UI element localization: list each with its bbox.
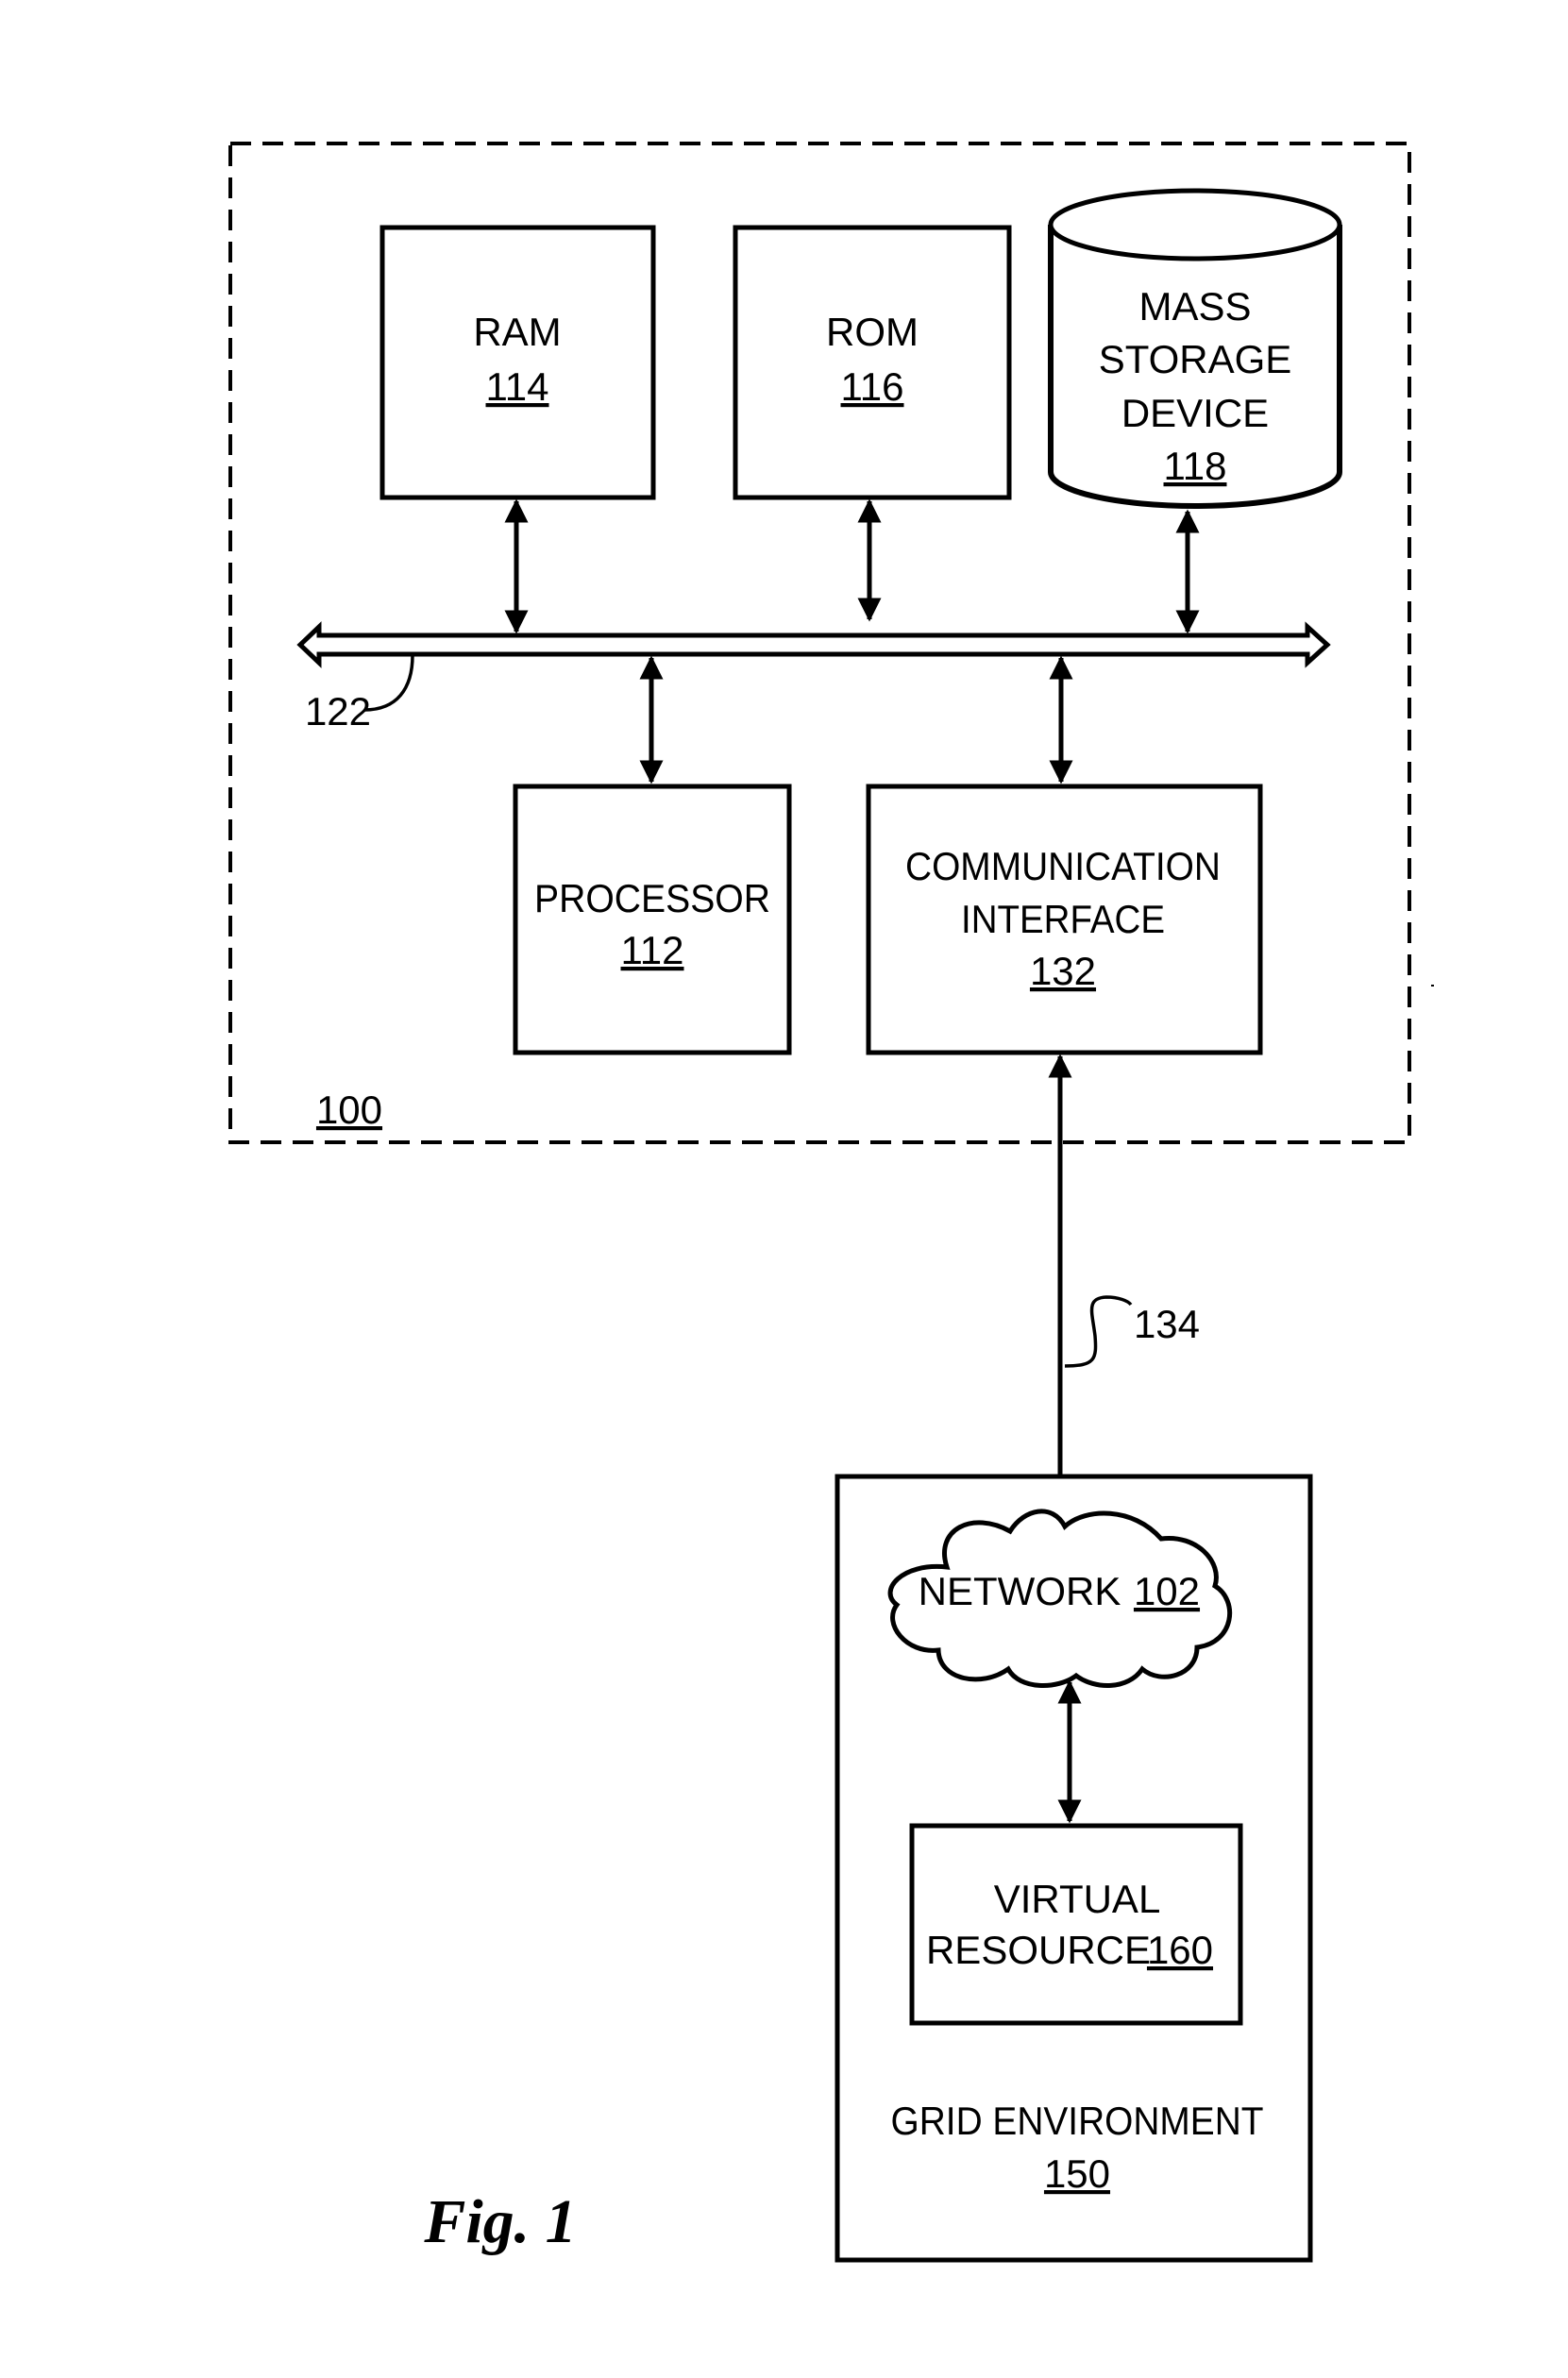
mass-storage-label-line-2: STORAGE [1099,337,1292,381]
processor-label: PROCESSOR [534,876,770,920]
network-ref: 102 [1134,1569,1200,1613]
comm-interface-ref: 132 [1030,949,1096,993]
system-diagram: 100 RAM 114 ROM 116 MASS STORAGE DEVICE … [228,142,1434,2263]
mass-storage-cylinder: MASS STORAGE DEVICE 118 [1048,188,1342,509]
rom-block: ROM 116 [733,225,1012,500]
bus-ref-leader [363,654,414,712]
virtual-resource-ref: 160 [1147,1928,1213,1972]
comm-interface-label-line-2: INTERFACE [961,897,1165,941]
system-ref-label: 100 [316,1088,382,1132]
virtual-resource-block: VIRTUAL RESOURCE 160 [909,1823,1243,2026]
network-label: NETWORK [919,1569,1121,1613]
processor-ref: 112 [621,928,684,972]
figure-caption: Fig. 1 [423,2187,576,2256]
rom-ref: 116 [841,364,904,409]
grid-environment-label: GRID ENVIRONMENT [891,2099,1264,2143]
scan-speck [1431,985,1434,987]
link-ref-label: 134 [1134,1302,1200,1346]
ram-block: RAM 114 [379,225,656,500]
virtual-resource-label-line-1: VIRTUAL [994,1877,1161,1921]
rom-label: ROM [826,310,919,354]
mass-storage-label-line-1: MASS [1138,284,1251,329]
processor-block: PROCESSOR 112 [513,784,792,1055]
mass-storage-ref: 118 [1164,444,1227,488]
bus-ref-label: 122 [305,689,371,734]
grid-environment-ref: 150 [1044,2151,1110,2196]
ram-label: RAM [473,310,561,354]
comm-interface-label-line-1: COMMUNICATION [905,844,1221,888]
virtual-resource-label-line-2: RESOURCE [926,1928,1151,1972]
system-bus [296,621,1331,668]
mass-storage-label-line-3: DEVICE [1121,391,1269,435]
ram-ref: 114 [486,364,549,409]
communication-interface-block: COMMUNICATION INTERFACE 132 [866,784,1263,1055]
link-ref-leader [1064,1295,1133,1368]
